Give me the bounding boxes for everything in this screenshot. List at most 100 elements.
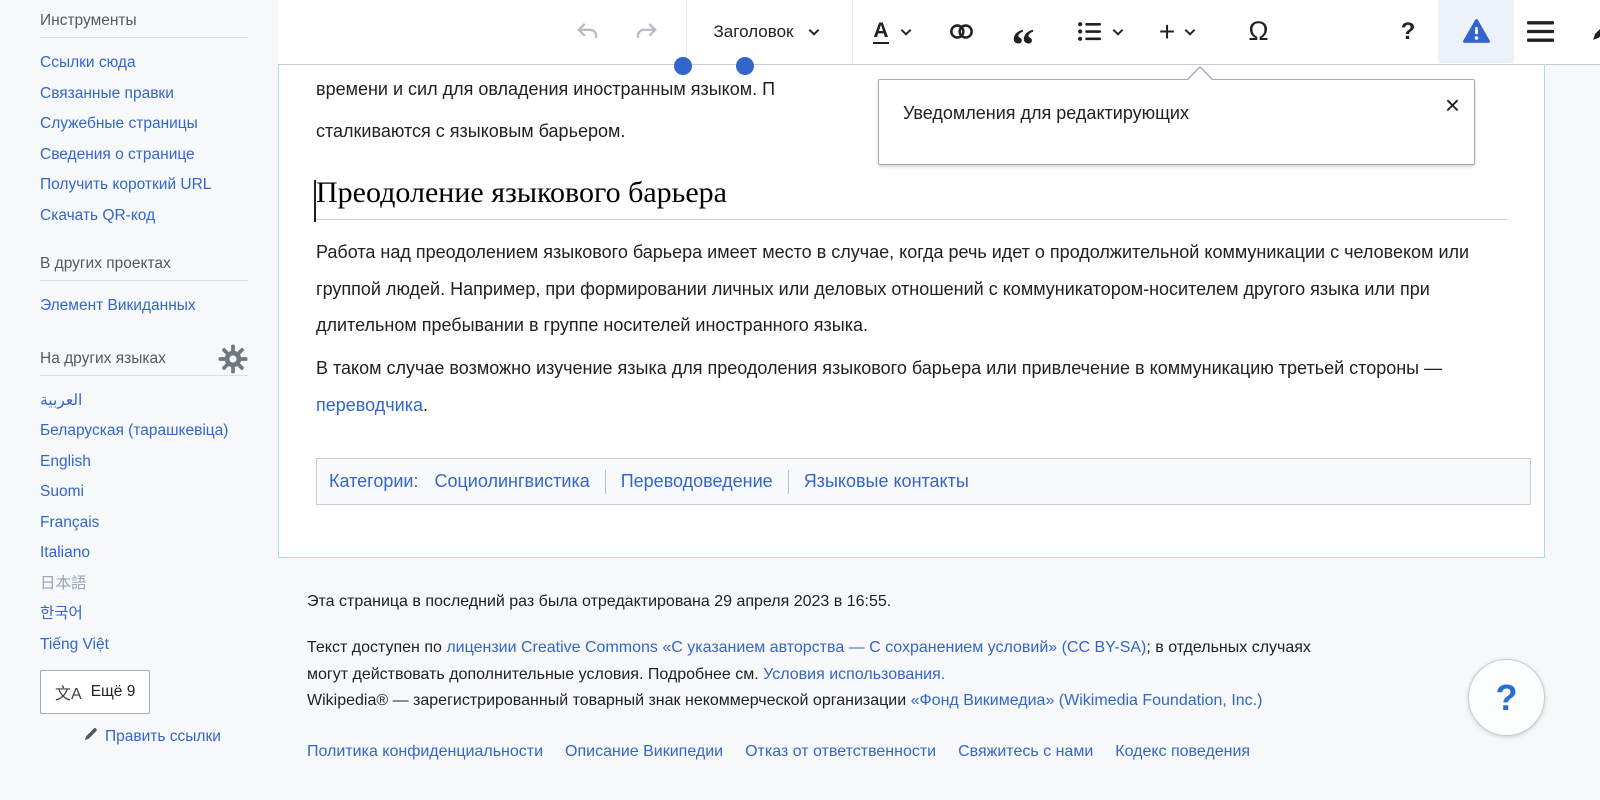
popup-title: Уведомления для редактирующих	[903, 103, 1189, 124]
disclaimer-link[interactable]: Отказ от ответственности	[745, 740, 936, 764]
sidebar-item-qr-code[interactable]: Скачать QR-код	[40, 201, 236, 232]
sidebar-item-special-pages[interactable]: Служебные страницы	[40, 109, 236, 140]
section-heading: Преодоление языкового барьера	[316, 176, 1507, 220]
translator-link[interactable]: переводчика	[316, 395, 423, 415]
other-projects-heading: В других проектах	[40, 255, 248, 281]
link-button[interactable]	[938, 0, 984, 63]
chevron-down-icon	[807, 25, 821, 39]
pencil-icon	[1589, 19, 1600, 44]
last-edited-text: Эта страница в последний раз была отреда…	[307, 593, 891, 611]
link-tool-indicator-dot	[674, 57, 692, 75]
undo-icon	[575, 19, 601, 45]
about-wikipedia-link[interactable]: Описание Википедии	[565, 740, 723, 764]
license-text-plain: ; в отдельных случаях	[1146, 639, 1311, 656]
languages-icon: 文A	[55, 680, 82, 704]
category-link-sociolinguistics[interactable]: Социолингвистика	[434, 471, 589, 492]
license-text-plain: могут действовать дополнительные условия…	[307, 666, 763, 683]
license-text-plain: Wikipedia® — зарегистрированный товарный…	[307, 692, 911, 709]
redo-button[interactable]	[626, 0, 666, 63]
edit-links-label: Править ссылки	[105, 728, 221, 746]
language-link-finnish[interactable]: Suomi	[40, 477, 236, 508]
quote-tool-indicator-dot	[736, 57, 754, 75]
paragraph-2: В таком случае возможно изучение языка д…	[316, 350, 1506, 423]
edit-mode-switch[interactable]	[1576, 0, 1600, 63]
tools-list: Ссылки сюда Связанные правки Служебные с…	[40, 48, 258, 231]
close-icon[interactable]: ×	[1445, 92, 1460, 118]
license-text-plain: Текст доступен по	[307, 639, 446, 656]
languages-heading-label: На других языках	[40, 350, 166, 367]
paragraph-format-dropdown[interactable]: Заголовок	[695, 0, 840, 63]
categories-label[interactable]: Категории:	[329, 471, 418, 492]
pencil-small-icon	[82, 726, 99, 748]
language-link-japanese[interactable]: 日本語	[40, 569, 236, 600]
wikimedia-foundation-link[interactable]: «Фонд Викимедиа» (Wikimedia Foundation, …	[911, 692, 1263, 709]
category-separator	[788, 470, 789, 494]
sidebar-item-page-info[interactable]: Сведения о странице	[40, 140, 236, 171]
language-link-arabic[interactable]: العربية	[40, 386, 236, 417]
languages-heading: На других языках	[40, 350, 248, 376]
format-dropdown-label: Заголовок	[714, 22, 794, 42]
sidebar: Инструменты Ссылки сюда Связанные правки…	[0, 0, 278, 800]
terms-of-use-link[interactable]: Условия использования.	[763, 666, 945, 683]
edit-interlanguage-links[interactable]: Править ссылки	[82, 726, 258, 748]
link-icon	[948, 18, 975, 45]
license-line-3: Wikipedia® — зарегистрированный товарный…	[307, 688, 1311, 715]
language-settings-gear-icon[interactable]	[218, 344, 248, 374]
privacy-policy-link[interactable]: Политика конфиденциальности	[307, 740, 543, 764]
footer-links: Политика конфиденциальности Описание Вик…	[307, 740, 1250, 764]
category-link-language-contacts[interactable]: Языковые контакты	[804, 471, 969, 492]
floating-help-button[interactable]: ?	[1468, 659, 1545, 736]
license-line-2: могут действовать дополнительные условия…	[307, 662, 1311, 689]
visual-editor-screen: Инструменты Ссылки сюда Связанные правки…	[0, 0, 1600, 800]
blockquote-button[interactable]: “	[1000, 0, 1046, 63]
toolbar-separator	[686, 0, 687, 63]
chevron-down-icon	[899, 25, 913, 39]
editor-toolbar: Заголовок A “ + Ω ?	[278, 0, 1600, 65]
help-icon: ?	[1401, 18, 1416, 46]
page-options-button[interactable]	[1518, 0, 1562, 63]
language-link-belarusian[interactable]: Беларуская (тарашкевіца)	[40, 416, 236, 447]
text-style-dropdown[interactable]: A	[860, 0, 926, 63]
paragraph-1: Работа над преодолением языкового барьер…	[316, 234, 1506, 344]
undo-button[interactable]	[568, 0, 608, 63]
list-dropdown[interactable]	[1066, 0, 1136, 63]
insert-plus-icon: +	[1159, 16, 1175, 48]
language-link-vietnamese[interactable]: Tiếng Việt	[40, 630, 236, 661]
sidebar-item-wikidata[interactable]: Элемент Викиданных	[40, 291, 236, 322]
categories-bar: Категории: Социолингвистика Переводоведе…	[316, 458, 1531, 505]
license-text: Текст доступен по лицензии Creative Comm…	[307, 635, 1311, 715]
partial-paragraph: времени и сил для овладения иностранным …	[316, 68, 775, 152]
contact-us-link[interactable]: Свяжитесь с нами	[958, 740, 1093, 764]
code-of-conduct-link[interactable]: Кодекс поведения	[1115, 740, 1250, 764]
category-link-translation-studies[interactable]: Переводоведение	[621, 471, 773, 492]
partial-line-2: сталкиваются с языковым барьером.	[316, 110, 775, 152]
hamburger-menu-icon	[1527, 20, 1554, 43]
sidebar-item-short-url[interactable]: Получить короткий URL	[40, 170, 236, 201]
text-style-icon: A	[873, 20, 888, 44]
special-character-button[interactable]: Ω	[1236, 0, 1281, 63]
insert-dropdown[interactable]: +	[1146, 0, 1210, 63]
sidebar-item-whatlinkshere[interactable]: Ссылки сюда	[40, 48, 236, 79]
language-link-french[interactable]: Français	[40, 508, 236, 539]
language-link-italian[interactable]: Italiano	[40, 538, 236, 569]
list-icon	[1077, 20, 1102, 43]
cc-license-link[interactable]: лицензии Creative Commons «С указанием а…	[446, 639, 1146, 656]
editor-notices-button[interactable]	[1438, 0, 1514, 63]
chevron-down-icon	[1183, 25, 1197, 39]
tools-heading: Инструменты	[40, 12, 248, 38]
paragraph-2-text: В таком случае возможно изучение языка д…	[316, 358, 1442, 378]
more-languages-button[interactable]: 文A Ещё 9	[40, 670, 150, 714]
more-languages-label: Ещё 9	[91, 683, 136, 701]
editor-notices-popup: Уведомления для редактирующих ×	[878, 79, 1475, 165]
other-projects-list: Элемент Викиданных	[40, 291, 258, 322]
partial-line-1: времени и сил для овладения иностранным …	[316, 68, 775, 110]
language-link-english[interactable]: English	[40, 447, 236, 478]
omega-icon: Ω	[1248, 16, 1268, 47]
sidebar-item-related-changes[interactable]: Связанные правки	[40, 79, 236, 110]
help-button[interactable]: ?	[1386, 0, 1430, 63]
quote-icon: “	[1012, 35, 1035, 55]
chevron-down-icon	[1111, 25, 1125, 39]
redo-icon	[633, 19, 659, 45]
license-line-1: Текст доступен по лицензии Creative Comm…	[307, 635, 1311, 662]
language-link-korean[interactable]: 한국어	[40, 599, 236, 630]
